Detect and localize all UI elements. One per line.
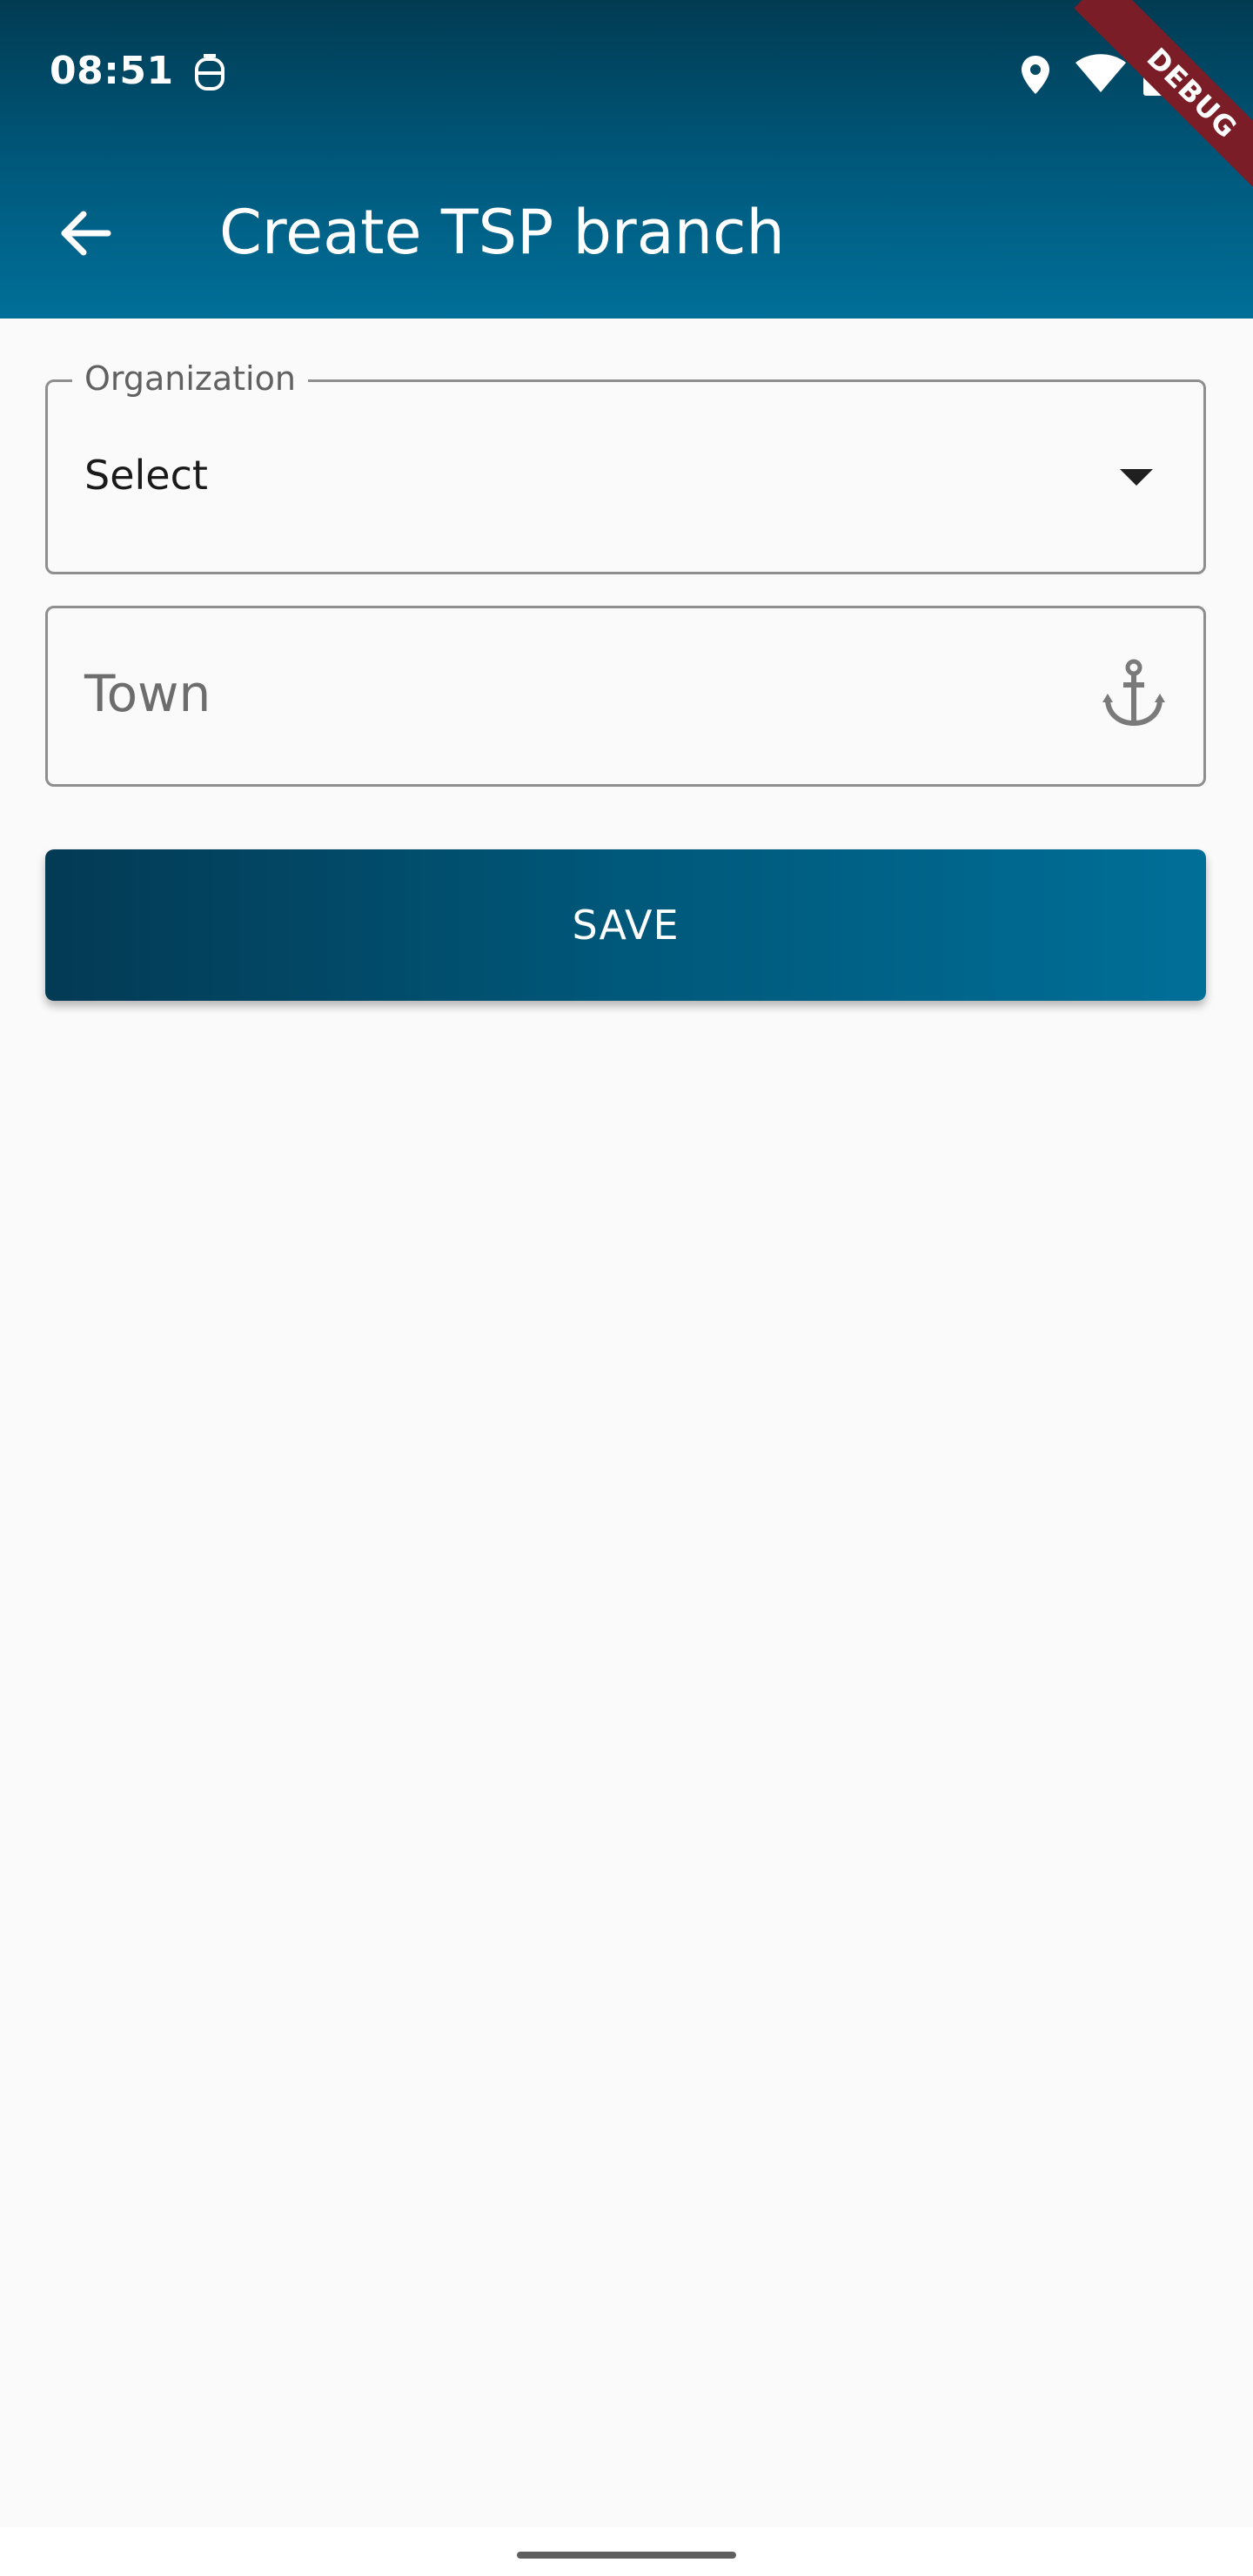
debug-banner: DEBUG (1074, 0, 1253, 211)
status-time: 08:51 (50, 49, 174, 93)
organization-dropdown[interactable]: Organization Select (45, 359, 1206, 574)
anchor-icon (1102, 659, 1165, 727)
back-button[interactable] (44, 191, 127, 275)
arrow-back-icon (61, 211, 111, 256)
page-title: Create TSP branch (219, 197, 785, 268)
app-bar: 08:51 DEBUG Create TSP branch (0, 0, 1253, 319)
home-indicator[interactable] (517, 2552, 736, 2559)
assistant-icon (195, 54, 224, 91)
organization-selected-value: Select (84, 452, 208, 499)
location-icon (1022, 56, 1049, 94)
dropdown-arrow-icon (1120, 469, 1153, 486)
town-placeholder: Town (84, 664, 211, 723)
save-button[interactable]: SAVE (45, 849, 1206, 1001)
town-field[interactable]: Town (45, 606, 1206, 787)
organization-label: Organization (72, 359, 308, 398)
wifi-icon (1075, 54, 1126, 92)
